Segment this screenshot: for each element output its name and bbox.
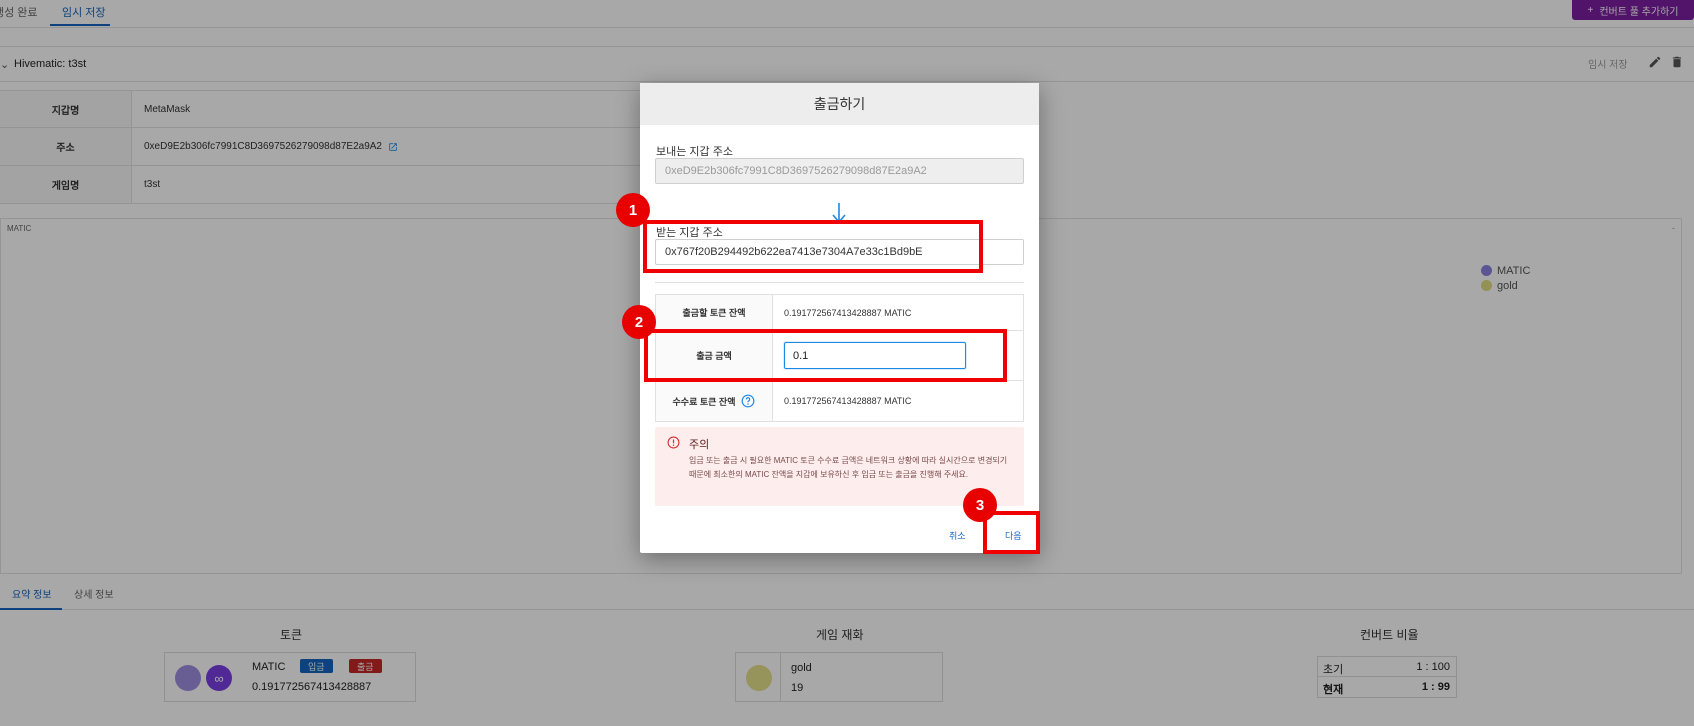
highlight-box-amount <box>644 329 1007 382</box>
warning-title: 주의 <box>689 439 710 451</box>
from-address-field: 0xeD9E2b306fc7991C8D3697526279098d87E2a9… <box>655 158 1024 184</box>
divider <box>655 282 1024 283</box>
warning-text: 입금 또는 출금 시 필요한 MATIC 토큰 수수료 금액은 네트워크 상황에… <box>689 456 1008 479</box>
withdraw-dialog: 출금하기 보내는 지갑 주소 0xeD9E2b306fc7991C8D36975… <box>640 83 1039 553</box>
step-number-badge: 3 <box>963 488 997 522</box>
row-label-with-help: 수수료 토큰 잔액 <box>656 381 773 421</box>
error-outline-icon <box>667 436 680 449</box>
step-number-badge: 1 <box>616 193 650 227</box>
step-number-badge: 2 <box>622 305 656 339</box>
fee-balance-label: 수수료 토큰 잔액 <box>672 396 736 407</box>
fee-balance-value: 0.191772567413428887 MATIC <box>784 396 912 406</box>
row-fee-balance: 수수료 토큰 잔액 0.191772567413428887 MATIC <box>656 381 1023 421</box>
highlight-box-to-address <box>643 220 983 273</box>
row-token-balance: 출금할 토큰 잔액 0.191772567413428887 MATIC <box>656 295 1023 331</box>
help-icon[interactable] <box>741 394 755 408</box>
row-label: 출금할 토큰 잔액 <box>656 295 773 330</box>
from-address-label: 보내는 지갑 주소 <box>656 146 733 158</box>
token-balance-value: 0.191772567413428887 MATIC <box>784 307 912 318</box>
dialog-title: 출금하기 <box>640 83 1039 125</box>
cancel-button[interactable]: 취소 <box>949 529 966 542</box>
